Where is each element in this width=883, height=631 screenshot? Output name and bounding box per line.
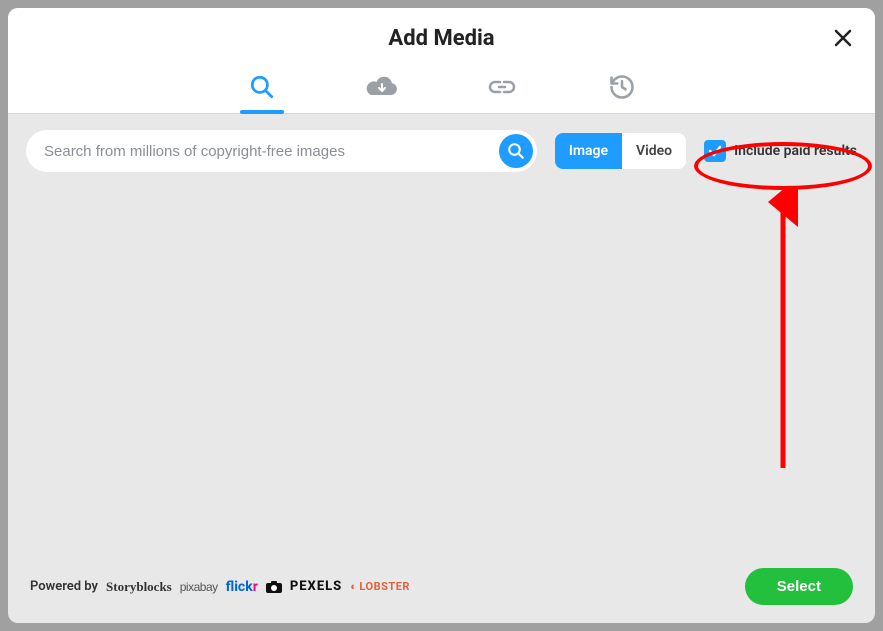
modal-header: Add Media (8, 8, 875, 114)
add-media-modal: Add Media Image (8, 8, 875, 623)
tab-link[interactable] (482, 61, 522, 113)
close-button[interactable] (829, 24, 857, 52)
footer: Powered by Storyblocks pixabay flickr PE… (8, 556, 875, 623)
history-icon (608, 73, 636, 101)
checkmark-icon (708, 144, 722, 158)
brand-lobster: LOBSTER (350, 580, 410, 593)
search-input[interactable] (26, 130, 537, 172)
brand-pixabay: pixabay (180, 580, 218, 594)
brand-pexels: PEXELS (290, 579, 342, 594)
camera-icon (266, 581, 282, 593)
powered-by: Powered by Storyblocks pixabay flickr PE… (30, 579, 410, 595)
search-wrap (26, 130, 537, 172)
brand-flickr: flickr (226, 579, 258, 595)
search-icon (249, 74, 275, 100)
brand-storyblocks: Storyblocks (106, 579, 172, 595)
tab-search[interactable] (242, 61, 282, 113)
powered-label: Powered by (30, 579, 98, 594)
results-area (8, 188, 875, 556)
search-button[interactable] (499, 134, 533, 168)
toggle-video[interactable]: Video (622, 133, 686, 169)
select-button[interactable]: Select (745, 568, 853, 605)
modal-title: Add Media (8, 8, 875, 61)
toggle-image[interactable]: Image (555, 133, 622, 169)
link-icon (487, 79, 517, 95)
checkbox-box (704, 140, 726, 162)
tab-upload[interactable] (362, 61, 402, 113)
tab-history[interactable] (602, 61, 642, 113)
include-paid-checkbox[interactable]: Include paid results (704, 140, 857, 162)
cloud-download-icon (364, 74, 400, 100)
media-type-toggle: Image Video (555, 133, 686, 169)
controls-row: Image Video Include paid results (8, 114, 875, 188)
tabs-row (8, 61, 875, 113)
close-icon (834, 29, 852, 47)
checkbox-label: Include paid results (734, 143, 857, 159)
search-icon (507, 142, 525, 160)
